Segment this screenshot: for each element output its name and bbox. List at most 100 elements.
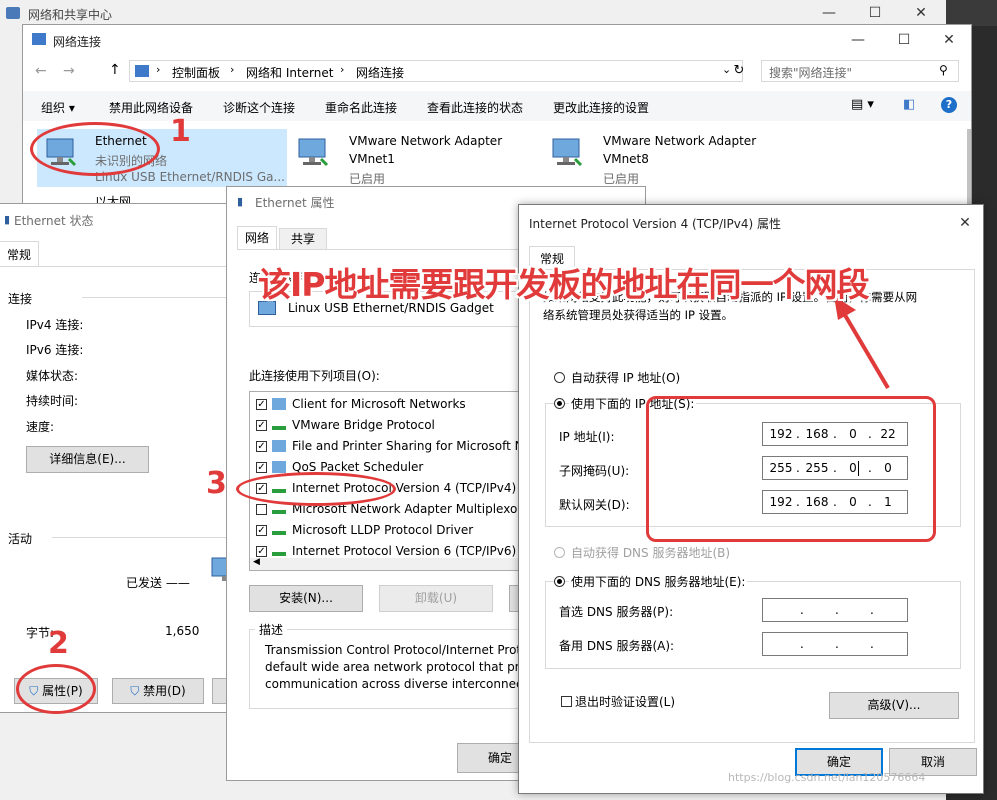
item-checkbox[interactable]: ✓: [256, 420, 267, 431]
toolbar-organize[interactable]: 组织 ▾: [41, 99, 75, 116]
manual-dns-radio[interactable]: [554, 576, 565, 587]
adapter-status: VMnet8: [603, 152, 649, 166]
item-label: File and Printer Sharing for Microsoft N: [292, 439, 524, 453]
command-bar: 组织 ▾ 禁用此网络设备 诊断这个连接 重命名此连接 查看此连接的状态 更改此连…: [23, 91, 971, 121]
item-checkbox[interactable]: ✓: [256, 546, 267, 557]
details-button[interactable]: 详细信息(E)...: [26, 446, 149, 473]
close-button[interactable]: ✕: [926, 25, 972, 55]
bytes-sent-value: 1,650: [165, 624, 200, 638]
validate-checkbox[interactable]: [561, 696, 572, 707]
scroll-left-icon[interactable]: ◀: [253, 557, 260, 567]
manual-ip-radio[interactable]: [554, 398, 565, 409]
annotation-number-2: 2: [48, 626, 69, 661]
advanced-button[interactable]: 高级(V)...: [829, 692, 959, 719]
preferred-dns-field[interactable]: . . .: [762, 598, 908, 622]
toolbar-view-status[interactable]: 查看此连接的状态: [427, 99, 523, 116]
view-options-icon[interactable]: ▤ ▾: [851, 97, 874, 112]
adapter-device: 已启用: [349, 172, 386, 186]
titlebar: 网络连接 — ☐ ✕: [23, 25, 971, 55]
description-header: 描述: [255, 621, 288, 638]
adapter-name: VMware Network Adapter: [349, 134, 503, 148]
disable-button[interactable]: ⛉ 禁用(D): [112, 678, 204, 704]
help-icon[interactable]: ?: [941, 97, 957, 113]
window-title: Ethernet 状态: [14, 214, 94, 228]
search-input[interactable]: 搜索"网络连接" ⚲: [761, 60, 959, 82]
window-title: 网络连接: [53, 35, 102, 49]
item-label: Client for Microsoft Networks: [292, 397, 466, 411]
auto-dns-label[interactable]: 自动获得 DNS 服务器地址(B): [571, 544, 730, 561]
annotation-headline: 该IP地址需要跟开发板的地址在同一个网段: [258, 265, 869, 304]
manual-dns-label[interactable]: 使用下面的 DNS 服务器地址(E):: [569, 573, 748, 590]
tab-sharing[interactable]: 共享: [279, 228, 327, 250]
toolbar-diagnose[interactable]: 诊断这个连接: [223, 99, 295, 116]
titlebar: ▮ Ethernet 状态: [0, 204, 239, 234]
uninstall-button[interactable]: 卸载(U): [379, 585, 493, 612]
back-button[interactable]: ←: [35, 63, 47, 79]
protocol-icon: [272, 531, 286, 535]
tab-general[interactable]: 常规: [0, 241, 39, 267]
watermark: https://blog.csdn.net/lan120576664: [728, 771, 926, 784]
speed-label: 速度:: [26, 420, 55, 434]
description-line: communication across diverse interconnec…: [265, 677, 535, 691]
minimize-button[interactable]: —: [806, 0, 852, 26]
tab-networking[interactable]: 网络: [237, 226, 277, 250]
annotation-circle-ethernet: [30, 122, 160, 176]
maximize-button[interactable]: ☐: [852, 0, 898, 26]
forward-button[interactable]: →: [63, 63, 75, 79]
breadcrumb-item[interactable]: 网络连接: [356, 64, 404, 81]
adapter-vmnet1[interactable]: VMware Network Adapter VMnet1 已启用: [291, 129, 541, 187]
auto-ip-label[interactable]: 自动获得 IP 地址(O): [571, 369, 680, 386]
breadcrumb-item[interactable]: 网络和 Internet: [246, 64, 333, 81]
adapter-name: VMware Network Adapter: [603, 134, 757, 148]
item-label: Internet Protocol Version 6 (TCP/IPv6): [292, 544, 517, 558]
item-checkbox[interactable]: ✓: [256, 399, 267, 410]
preferred-dns-label: 首选 DNS 服务器(P):: [559, 605, 674, 619]
dot: .: [800, 637, 804, 651]
maximize-button[interactable]: ☐: [881, 25, 927, 55]
network-adapter-icon: [298, 138, 329, 167]
minimize-button[interactable]: —: [835, 25, 881, 55]
protocol-icon: [272, 510, 286, 514]
service-icon: [272, 461, 286, 473]
install-button[interactable]: 安装(N)...: [249, 585, 363, 612]
adapter-status: VMnet1: [349, 152, 395, 166]
annotation-number-3: 3: [206, 466, 227, 501]
intro-text-line2: 络系统管理员处获得适当的 IP 设置。: [543, 308, 734, 322]
address-bar[interactable]: › 控制面板 › 网络和 Internet › 网络连接 ⌄: [129, 60, 743, 82]
client-icon: [272, 398, 286, 410]
item-label: VMware Bridge Protocol: [292, 418, 435, 432]
close-button[interactable]: ✕: [947, 208, 983, 238]
search-icon: ⚲: [939, 63, 948, 77]
description-line: default wide area network protocol that …: [265, 660, 527, 674]
adapter-vmnet8[interactable]: VMware Network Adapter VMnet8 已启用: [545, 129, 795, 187]
horizontal-scrollbar[interactable]: ◀: [250, 557, 542, 570]
toolbar-change-settings[interactable]: 更改此连接的设置: [553, 99, 649, 116]
auto-dns-radio[interactable]: [554, 547, 565, 558]
breadcrumb-sep-icon: ›: [230, 63, 235, 76]
item-checkbox[interactable]: ✓: [256, 441, 267, 452]
search-placeholder: 搜索"网络连接": [769, 66, 853, 80]
ipv4-connectivity-label: IPv4 连接:: [26, 318, 84, 332]
close-button[interactable]: ✕: [898, 0, 944, 26]
annotation-number-1: 1: [170, 114, 191, 149]
item-checkbox[interactable]: ✓: [256, 462, 267, 473]
item-checkbox[interactable]: [256, 504, 267, 515]
window-title: Ethernet 属性: [255, 196, 335, 210]
breadcrumb-item[interactable]: 控制面板: [172, 64, 220, 81]
dot: .: [835, 637, 839, 651]
alternate-dns-label: 备用 DNS 服务器(A):: [559, 639, 675, 653]
items-label: 此连接使用下列项目(O):: [249, 369, 380, 383]
annotation-arrow: [834, 296, 890, 390]
breadcrumb-sep-icon: ›: [156, 63, 161, 76]
up-button[interactable]: ↑: [109, 62, 121, 78]
toolbar-rename[interactable]: 重命名此连接: [325, 99, 397, 116]
alternate-dns-field[interactable]: . . .: [762, 632, 908, 656]
preview-pane-icon[interactable]: ◧: [903, 97, 915, 112]
auto-ip-radio[interactable]: [554, 372, 565, 383]
shield-icon: ⛉: [130, 684, 140, 698]
refresh-button[interactable]: ↻: [729, 60, 749, 82]
connection-header: 连接: [8, 292, 33, 306]
item-checkbox[interactable]: ✓: [256, 525, 267, 536]
validate-label[interactable]: 退出时验证设置(L): [575, 693, 675, 710]
window-title: 网络和共享中心: [28, 8, 113, 22]
